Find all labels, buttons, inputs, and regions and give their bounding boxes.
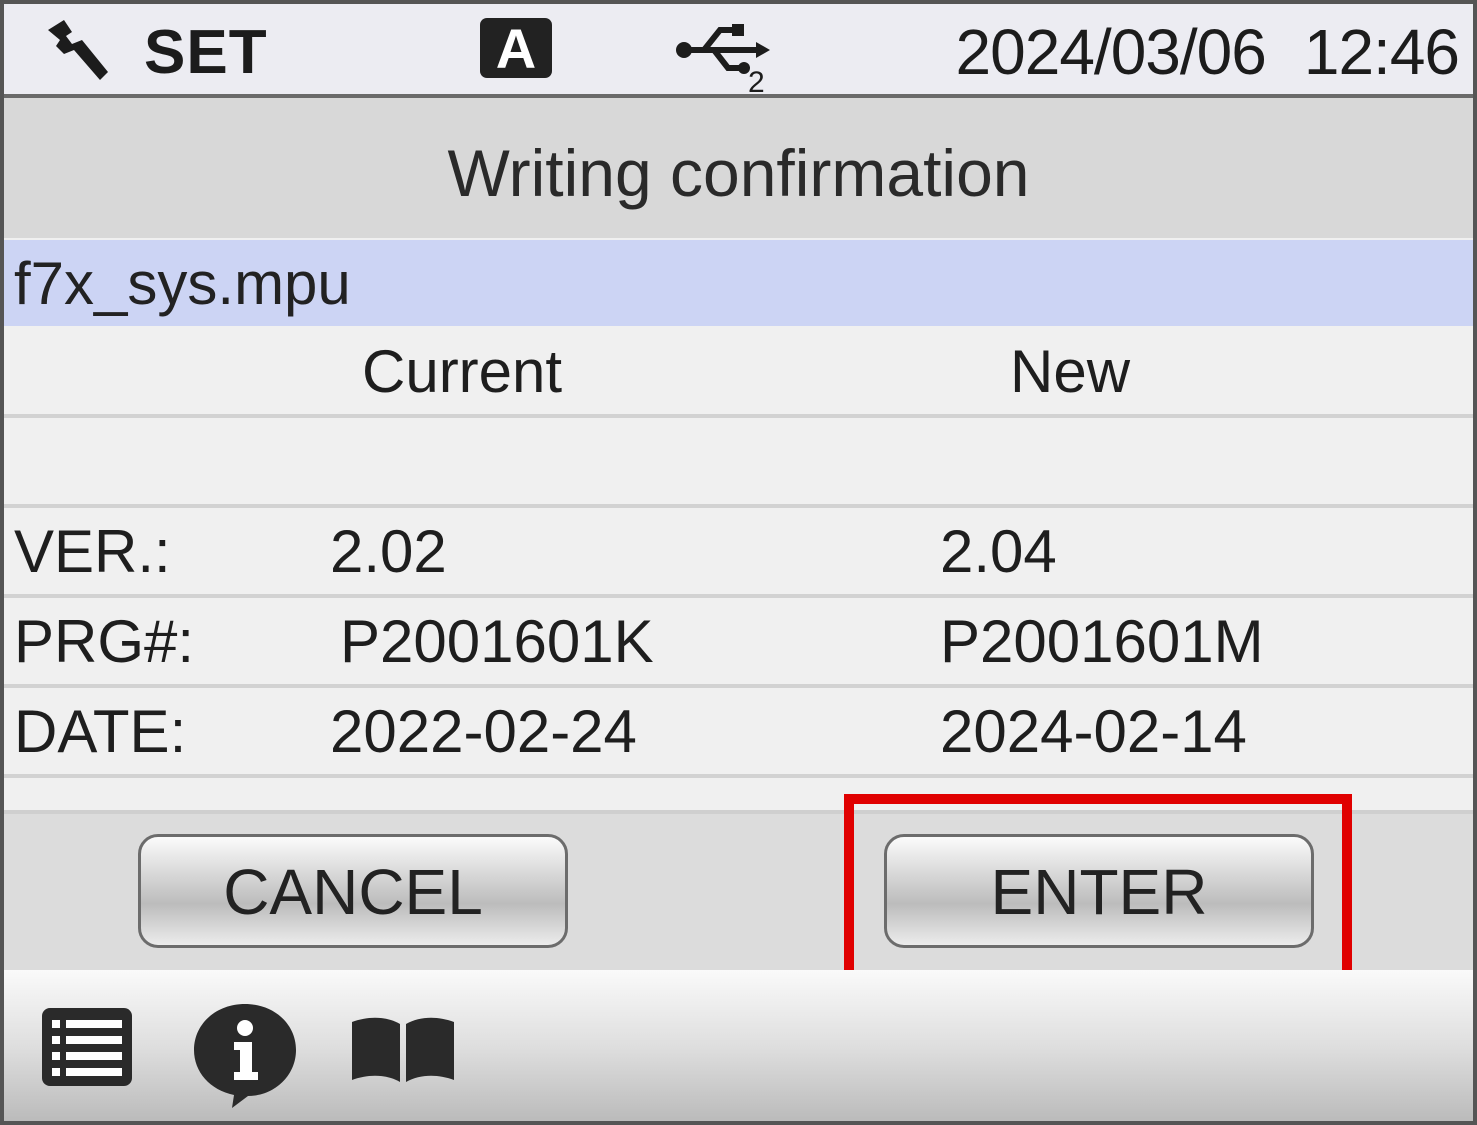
column-header-row: Current New [4,328,1473,418]
usb-icon: 2 [676,24,770,92]
program-number-row: PRG#: P2001601K P2001601M [4,598,1473,688]
status-date: 2024/03/06 [955,16,1267,88]
bottom-toolbar [4,970,1473,1121]
current-value: 2022-02-24 [330,698,637,765]
new-value: 2024-02-14 [940,698,1247,765]
row-label: DATE: [14,698,187,765]
new-value: 2.04 [940,518,1057,585]
column-new-header: New [1010,338,1131,405]
file-name: f7x_sys.mpu [14,250,351,317]
status-time: 12:46 [1303,16,1460,88]
column-current-header: Current [362,338,563,405]
date-time: 2024/03/06 12:46 [955,16,1460,88]
mode-badge: A [480,18,552,80]
row-label: VER.: [14,518,171,585]
current-value: 2.02 [330,518,447,585]
version-row: VER.: 2.02 2.04 [4,508,1473,598]
row-label: PRG#: [14,608,195,675]
file-name-row: f7x_sys.mpu [4,240,1473,326]
empty-row [4,418,1473,508]
manual-book-icon[interactable] [350,1014,456,1084]
wrench-icon [48,20,108,80]
usb-port-number: 2 [748,66,765,92]
date-row: DATE: 2022-02-24 2024-02-14 [4,688,1473,778]
device-screen: SET A 2 2024/03/06 12:46 Writing confirma… [0,0,1477,1125]
current-value: P2001601K [340,608,654,675]
cancel-button[interactable]: CANCEL [138,834,568,948]
mode-label: SET [144,18,268,87]
status-bar: SET A 2 2024/03/06 12:46 [4,4,1473,98]
new-value: P2001601M [940,608,1264,675]
enter-highlight-box [844,794,1352,988]
info-icon[interactable] [190,1000,300,1110]
dialog-title-bar: Writing confirmation [4,98,1473,238]
dialog-title: Writing confirmation [447,136,1030,210]
list-menu-icon[interactable] [40,1006,134,1088]
